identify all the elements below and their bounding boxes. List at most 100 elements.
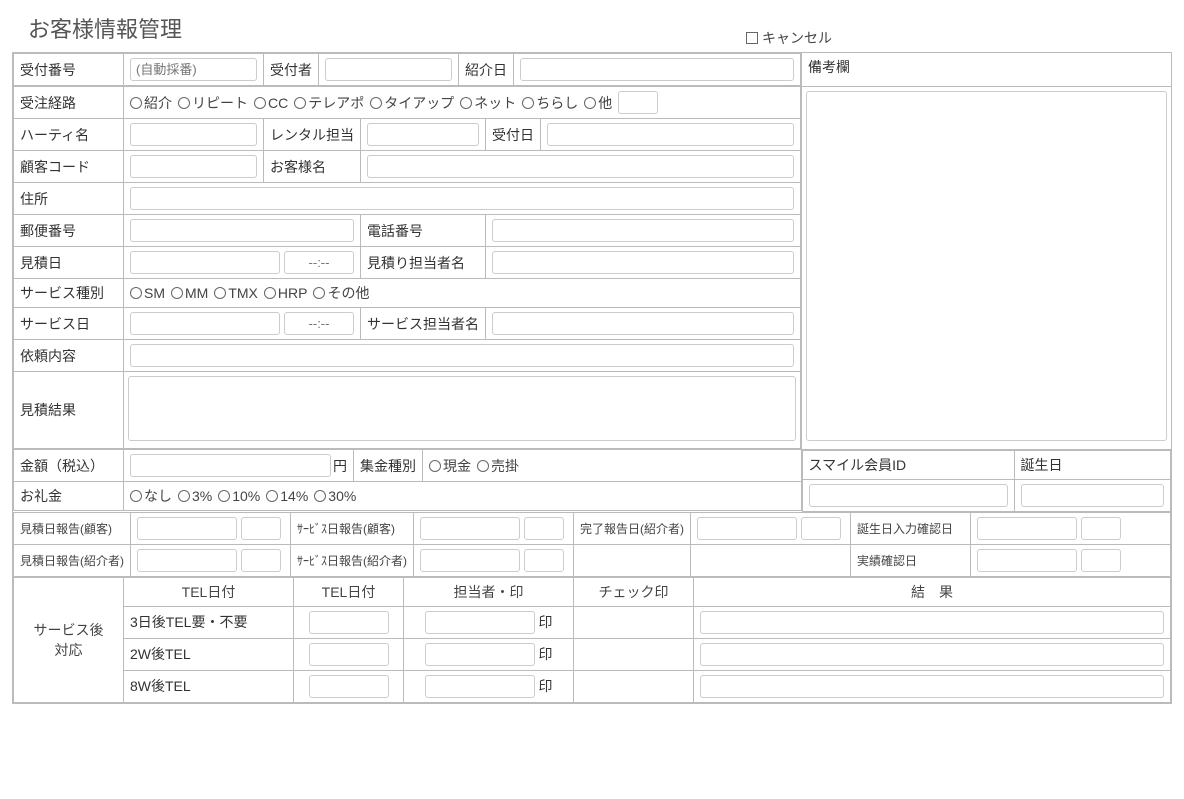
label-rental-pic: レンタル担当 <box>264 119 361 151</box>
col-check-stamp: チェック印 <box>574 577 694 606</box>
birth-confirm-extra[interactable] <box>1081 517 1121 540</box>
stamp-label: 印 <box>539 644 553 664</box>
radio-option[interactable]: 10% <box>218 488 260 504</box>
service-date-input[interactable] <box>130 312 280 335</box>
radio-option[interactable]: その他 <box>313 283 369 303</box>
radio-option[interactable]: なし <box>130 486 172 506</box>
radio-label: 10% <box>232 488 260 504</box>
label-order-route: 受注経路 <box>14 87 124 119</box>
radio-option[interactable]: 30% <box>314 488 356 504</box>
label-estimate-result: 見積結果 <box>14 372 124 449</box>
estimate-date-input[interactable] <box>130 251 280 274</box>
label-address: 住所 <box>14 183 124 215</box>
estimate-result-input[interactable] <box>128 376 796 441</box>
result-confirm-extra[interactable] <box>1081 549 1121 572</box>
label-smile-id: スマイル会員ID <box>802 450 1014 479</box>
svc-report-cust-date[interactable] <box>420 517 520 540</box>
radio-option[interactable]: 他 <box>584 93 612 113</box>
est-report-intro-extra[interactable] <box>241 549 281 572</box>
birthday-input[interactable] <box>1021 484 1164 507</box>
label-est-report-intro: 見積日報告(紹介者) <box>14 544 131 576</box>
row-3d-tel[interactable] <box>309 611 389 634</box>
radio-option[interactable]: TMX <box>214 285 258 301</box>
radio-label: 他 <box>598 93 612 113</box>
service-type-radios[interactable]: SM MM TMX HRP その他 <box>130 283 794 303</box>
collect-type-radios[interactable]: 現金売掛 <box>429 456 795 476</box>
radio-option[interactable]: 3% <box>178 488 212 504</box>
estimate-pic-input[interactable] <box>492 251 794 274</box>
receiver-input[interactable] <box>325 58 452 81</box>
row-8w-result[interactable] <box>700 675 1164 698</box>
svc-report-intro-extra[interactable] <box>524 549 564 572</box>
radio-option[interactable]: MM <box>171 285 208 301</box>
radio-other-input[interactable] <box>618 91 658 114</box>
radio-label: 30% <box>328 488 356 504</box>
estimate-time-input[interactable] <box>284 251 354 274</box>
radio-label: 現金 <box>443 456 471 476</box>
result-confirm-date[interactable] <box>977 549 1077 572</box>
radio-option[interactable]: 売掛 <box>477 456 519 476</box>
radio-icon <box>130 97 142 109</box>
radio-option[interactable]: 紹介 <box>130 93 172 113</box>
smile-id-input[interactable] <box>809 484 1008 507</box>
party-name-input[interactable] <box>130 123 257 146</box>
radio-option[interactable]: タイアップ <box>370 93 454 113</box>
radio-option[interactable]: ちらし <box>522 93 578 113</box>
service-time-input[interactable] <box>284 312 354 335</box>
radio-option[interactable]: テレアポ <box>294 93 364 113</box>
phone-input[interactable] <box>492 219 794 242</box>
radio-option[interactable]: 14% <box>266 488 308 504</box>
svc-report-cust-extra[interactable] <box>524 517 564 540</box>
address-input[interactable] <box>130 187 794 210</box>
row-2w-result[interactable] <box>700 643 1164 666</box>
radio-option[interactable]: SM <box>130 285 165 301</box>
label-collect-type: 集金種別 <box>354 450 423 482</box>
gratitude-radios[interactable]: なし 3% 10% 14% 30% <box>130 486 795 506</box>
label-svc-report-intro: ｻｰﾋﾞｽ日報告(紹介者) <box>291 544 414 576</box>
service-pic-input[interactable] <box>492 312 794 335</box>
intro-date-input[interactable] <box>520 58 794 81</box>
birth-confirm-date[interactable] <box>977 517 1077 540</box>
cancel-control[interactable]: キャンセル <box>746 28 832 48</box>
page-title: お客様情報管理 <box>28 12 182 44</box>
receipt-date-input[interactable] <box>547 123 794 146</box>
radio-icon <box>214 287 226 299</box>
done-report-intro-extra[interactable] <box>801 517 841 540</box>
row-8w-tel[interactable] <box>309 675 389 698</box>
radio-icon <box>178 97 190 109</box>
row-3d-pic[interactable] <box>425 611 535 634</box>
est-report-intro-date[interactable] <box>137 549 237 572</box>
label-receipt-date: 受付日 <box>486 119 541 151</box>
radio-label: 売掛 <box>491 456 519 476</box>
radio-option[interactable]: 現金 <box>429 456 471 476</box>
label-phone: 電話番号 <box>361 215 486 247</box>
customer-name-input[interactable] <box>367 155 794 178</box>
est-report-cust-extra[interactable] <box>241 517 281 540</box>
order-route-radios[interactable]: 紹介リピート CC テレアポタイアップネットちらし他 <box>130 91 794 114</box>
est-report-cust-date[interactable] <box>137 517 237 540</box>
radio-option[interactable]: ネット <box>460 93 516 113</box>
row-2w-pic[interactable] <box>425 643 535 666</box>
radio-label: 紹介 <box>144 93 172 113</box>
row-8w-pic[interactable] <box>425 675 535 698</box>
amount-input[interactable] <box>130 454 331 477</box>
radio-option[interactable]: HRP <box>264 285 308 301</box>
receipt-no-input[interactable] <box>130 58 257 81</box>
customer-code-input[interactable] <box>130 155 257 178</box>
radio-option[interactable]: リピート <box>178 93 248 113</box>
row-3d-result[interactable] <box>700 611 1164 634</box>
radio-label: リピート <box>192 93 248 113</box>
request-input[interactable] <box>130 344 794 367</box>
radio-icon <box>266 490 278 502</box>
rental-pic-input[interactable] <box>367 123 479 146</box>
radio-label: HRP <box>278 285 308 301</box>
radio-option[interactable]: CC <box>254 95 288 111</box>
remarks-textarea[interactable] <box>806 91 1167 441</box>
postal-input[interactable] <box>130 219 354 242</box>
svc-report-intro-date[interactable] <box>420 549 520 572</box>
radio-icon <box>178 490 190 502</box>
col-tel-date2: TEL日付 <box>294 577 404 606</box>
done-report-intro-date[interactable] <box>697 517 797 540</box>
radio-icon <box>477 460 489 472</box>
row-2w-tel[interactable] <box>309 643 389 666</box>
